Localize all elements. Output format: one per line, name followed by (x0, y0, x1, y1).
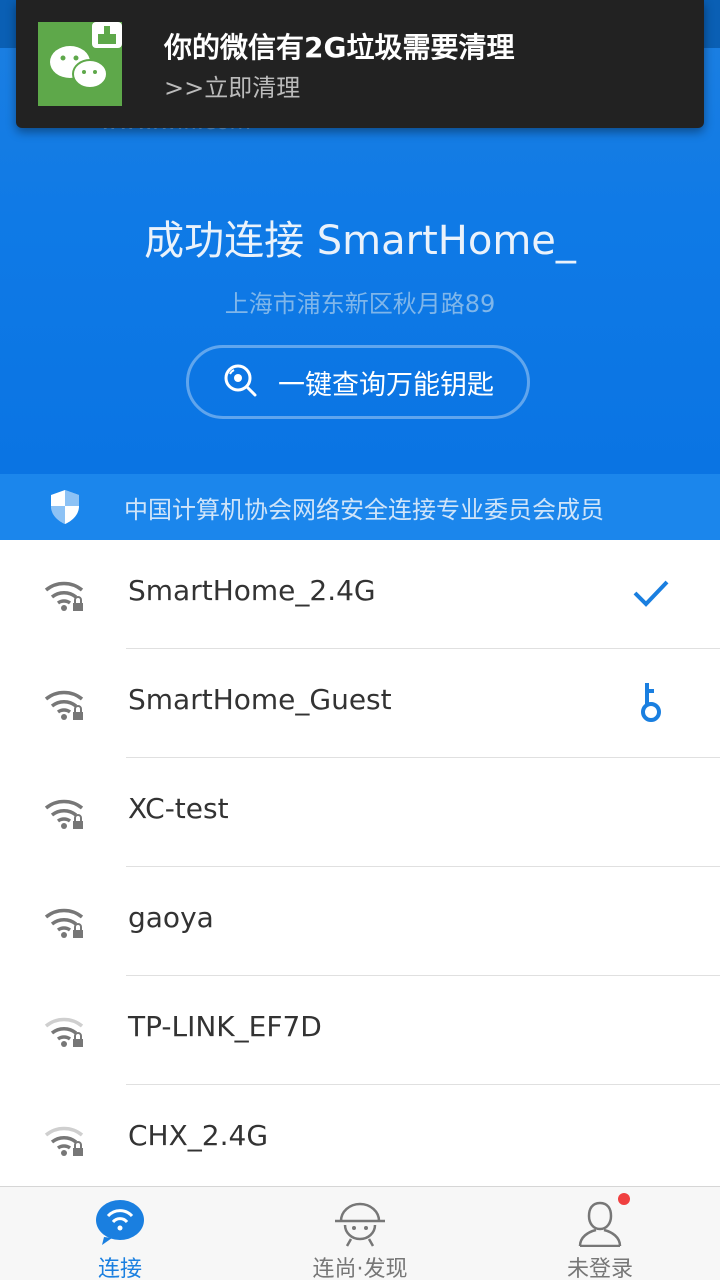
tab-connect-label: 连接 (97, 1257, 142, 1282)
wifi-name: TP-LINK_EF7D (128, 1010, 322, 1043)
wifi-item[interactable]: SmartHome_Guest (0, 649, 720, 758)
user-icon (576, 1199, 624, 1251)
wifi-name: CHX_2.4G (128, 1119, 269, 1152)
query-key-button[interactable]: 一键查询万能钥匙 (186, 345, 530, 419)
connection-address: 上海市浦东新区秋月路89 (224, 290, 496, 318)
tab-discover[interactable]: 连尚·发现 (240, 1187, 480, 1282)
wechat-cleaner-icon (38, 22, 122, 106)
notification-badge (618, 1193, 630, 1205)
wifi-item[interactable]: XC-test (0, 758, 720, 867)
shield-icon (48, 488, 82, 530)
wifi-bubble-icon (94, 1199, 146, 1249)
security-banner-text: 中国计算机协会网络安全连接专业委员会成员 (124, 495, 604, 524)
wifi-name: SmartHome_Guest (128, 683, 392, 716)
security-banner: 中国计算机协会网络安全连接专业委员会成员 (0, 474, 720, 540)
notification-title: 你的微信有2G垃圾需要清理 (164, 31, 515, 64)
search-key-icon (222, 362, 258, 402)
tab-account[interactable]: 未登录 (480, 1187, 720, 1282)
wifi-locked-icon (44, 689, 86, 725)
wifi-locked-icon (44, 907, 86, 943)
query-key-label: 一键查询万能钥匙 (278, 369, 494, 401)
wifi-item[interactable]: gaoya (0, 867, 720, 976)
wifi-item[interactable]: CHX_2.4G (0, 1085, 720, 1194)
wifi-locked-icon (44, 798, 86, 834)
connection-title: 成功连接 SmartHome_ (144, 218, 576, 264)
notification-action[interactable]: >>立即清理 (164, 68, 300, 103)
tab-connect[interactable]: 连接 (0, 1187, 240, 1282)
bottom-navigation: 连接 连尚·发现 未登录 (0, 1186, 720, 1282)
check-icon (632, 578, 670, 612)
wifi-weak-locked-icon (44, 1125, 86, 1161)
wifi-item[interactable]: SmartHome_2.4G (0, 540, 720, 649)
wifi-name: XC-test (128, 792, 229, 825)
wifi-item[interactable]: TP-LINK_EF7D (0, 976, 720, 1085)
wifi-locked-icon (44, 580, 86, 616)
tab-discover-label: 连尚·发现 (312, 1257, 408, 1282)
wifi-name: gaoya (128, 901, 214, 934)
wifi-name: SmartHome_2.4G (128, 574, 376, 607)
cleanup-notification[interactable]: 你的微信有2G垃圾需要清理 >>立即清理 (16, 0, 704, 128)
key-icon[interactable] (638, 681, 664, 727)
wifi-weak-locked-icon (44, 1016, 86, 1052)
wifi-list: SmartHome_2.4G SmartHome_Guest XC-test g… (0, 540, 720, 1194)
astronaut-icon (333, 1199, 387, 1251)
tab-account-label: 未登录 (566, 1257, 633, 1282)
